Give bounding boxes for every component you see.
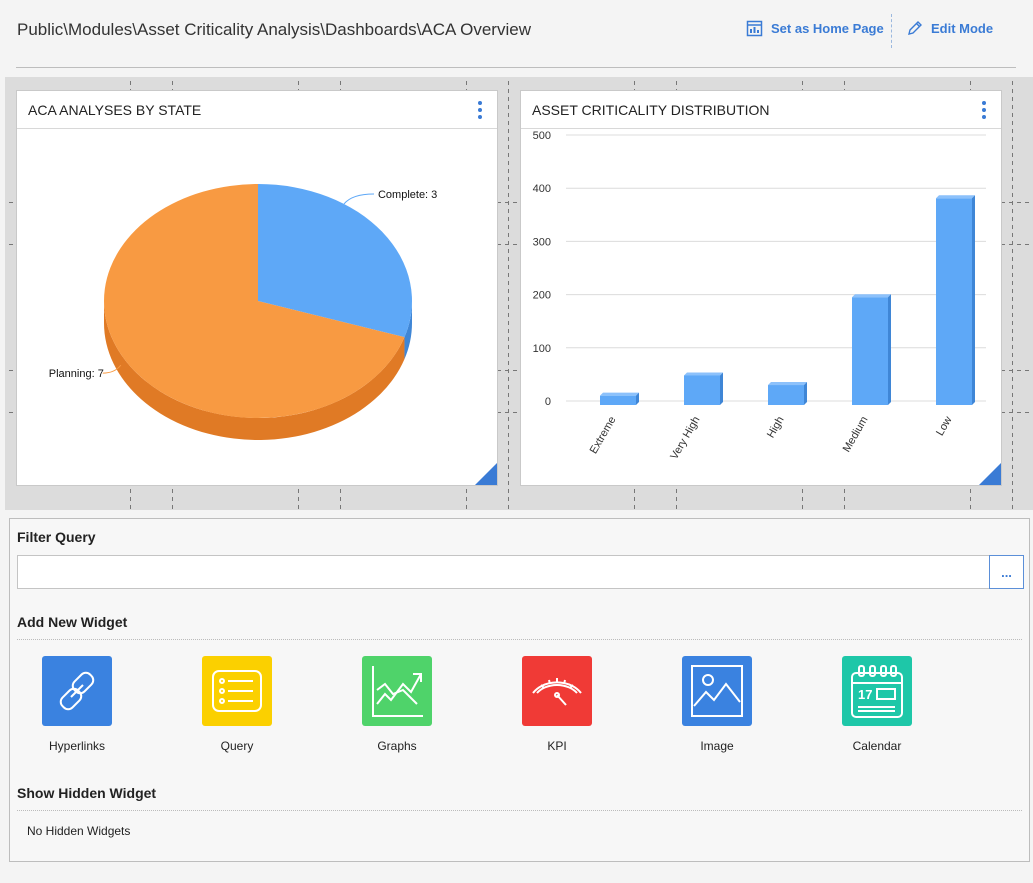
filter-query-browse-button[interactable]: ...: [989, 555, 1024, 589]
y-tick-label: 400: [533, 183, 551, 195]
add-kpi-widget-button[interactable]: KPI: [497, 656, 617, 753]
pencil-icon: [908, 21, 922, 35]
bar: [936, 198, 972, 405]
pie-chart: Complete: 3 Planning: 7: [49, 184, 437, 441]
y-tick-label: 500: [533, 130, 551, 142]
header-divider: [16, 67, 1016, 68]
pie-label-complete: Complete: 3: [378, 189, 437, 201]
bar-top: [852, 294, 891, 298]
tile-label: Query: [220, 739, 254, 753]
bar: [852, 297, 888, 405]
tile-label: KPI: [547, 739, 567, 753]
pie-leader-line: [343, 193, 374, 205]
bar-top: [768, 382, 807, 386]
bar-side: [972, 195, 975, 405]
widget-title: ACA ANALYSES BY STATE: [28, 101, 202, 118]
bar-top: [684, 372, 723, 376]
widget-header: ACA ANALYSES BY STATE: [17, 91, 497, 129]
bar: [684, 375, 720, 405]
bar-top: [600, 392, 639, 396]
x-tick-label: High: [765, 415, 787, 441]
tile-icon-calendar: 17: [842, 656, 912, 726]
section-divider: [17, 810, 1022, 811]
filter-query-title: Filter Query: [17, 529, 96, 545]
edit-mode-button[interactable]: Edit Mode: [906, 20, 993, 37]
image-icon: [691, 665, 743, 717]
y-tick-label: 200: [533, 290, 551, 302]
tile-icon-kpi: [522, 656, 592, 726]
widget-menu-icon[interactable]: [477, 101, 483, 119]
widget-title: ASSET CRITICALITY DISTRIBUTION: [532, 101, 770, 118]
header-separator: [891, 14, 892, 48]
dashboard-settings-panel: Filter Query ... Add New Widget Hyperlin…: [9, 518, 1030, 862]
add-query-widget-button[interactable]: Query: [177, 656, 297, 753]
dashboard-icon: [746, 20, 763, 37]
tile-icon-query: [202, 656, 272, 726]
y-tick-label: 0: [545, 396, 551, 408]
edit-mode-label: Edit Mode: [931, 21, 994, 36]
tile-label: Calendar: [852, 739, 902, 753]
x-tick-label: Low: [934, 414, 955, 438]
no-hidden-widgets-text: No Hidden Widgets: [27, 824, 131, 838]
widget-menu-icon[interactable]: [981, 101, 987, 119]
link-icon: [59, 671, 95, 711]
bar-side: [804, 382, 807, 405]
tile-label: Graphs: [377, 739, 417, 753]
resize-handle[interactable]: [979, 463, 1001, 485]
x-tick-label: Very High: [668, 415, 702, 462]
list-icon: [212, 670, 262, 712]
set-home-page-label: Set as Home Page: [771, 21, 884, 36]
add-hyperlinks-widget-button[interactable]: Hyperlinks: [17, 656, 137, 753]
bar: [600, 395, 636, 405]
page-header: Public\Modules\Asset Criticality Analysi…: [0, 0, 1033, 72]
calendar-icon: 17: [851, 665, 903, 718]
show-hidden-widget-title: Show Hidden Widget: [17, 785, 157, 801]
asset-criticality-distribution-widget[interactable]: ASSET CRITICALITY DISTRIBUTION 0 100 200 30…: [520, 90, 1002, 486]
filter-query-input[interactable]: [17, 555, 990, 589]
bar-side: [720, 372, 723, 405]
x-tick-label: Extreme: [588, 415, 619, 456]
tile-icon-graphs: [362, 656, 432, 726]
x-tick-label: Medium: [841, 415, 871, 455]
bar-chart: 0 100 200 300 400 500 Extreme Very High High Medi…: [533, 130, 986, 462]
add-image-widget-button[interactable]: Image: [657, 656, 777, 753]
pie-label-planning: Planning: 7: [49, 368, 104, 380]
bar-top: [936, 195, 975, 199]
bar-side: [888, 294, 891, 405]
section-divider: [17, 639, 1022, 640]
gauge-icon: [532, 678, 582, 706]
tile-icon-image: [682, 656, 752, 726]
tile-icon-hyperlinks: [42, 656, 112, 726]
graph-icon: [372, 666, 423, 717]
widget-header: ASSET CRITICALITY DISTRIBUTION: [521, 91, 1001, 129]
add-calendar-widget-button[interactable]: 17 Calendar: [817, 656, 937, 753]
y-tick-label: 100: [533, 343, 551, 355]
y-tick-label: 300: [533, 236, 551, 248]
aca-analyses-by-state-widget[interactable]: ACA ANALYSES BY STATE Complete: 3 Plannin…: [16, 90, 498, 486]
tile-label: Hyperlinks: [48, 739, 105, 753]
add-new-widget-title: Add New Widget: [17, 614, 128, 630]
set-home-page-button[interactable]: Set as Home Page: [746, 20, 884, 37]
breadcrumb: Public\Modules\Asset Criticality Analysi…: [17, 20, 531, 39]
bar: [768, 385, 804, 405]
tile-label: Image: [700, 739, 734, 753]
resize-handle[interactable]: [475, 463, 497, 485]
svg-text:17: 17: [858, 687, 872, 702]
add-graphs-widget-button[interactable]: Graphs: [337, 656, 457, 753]
